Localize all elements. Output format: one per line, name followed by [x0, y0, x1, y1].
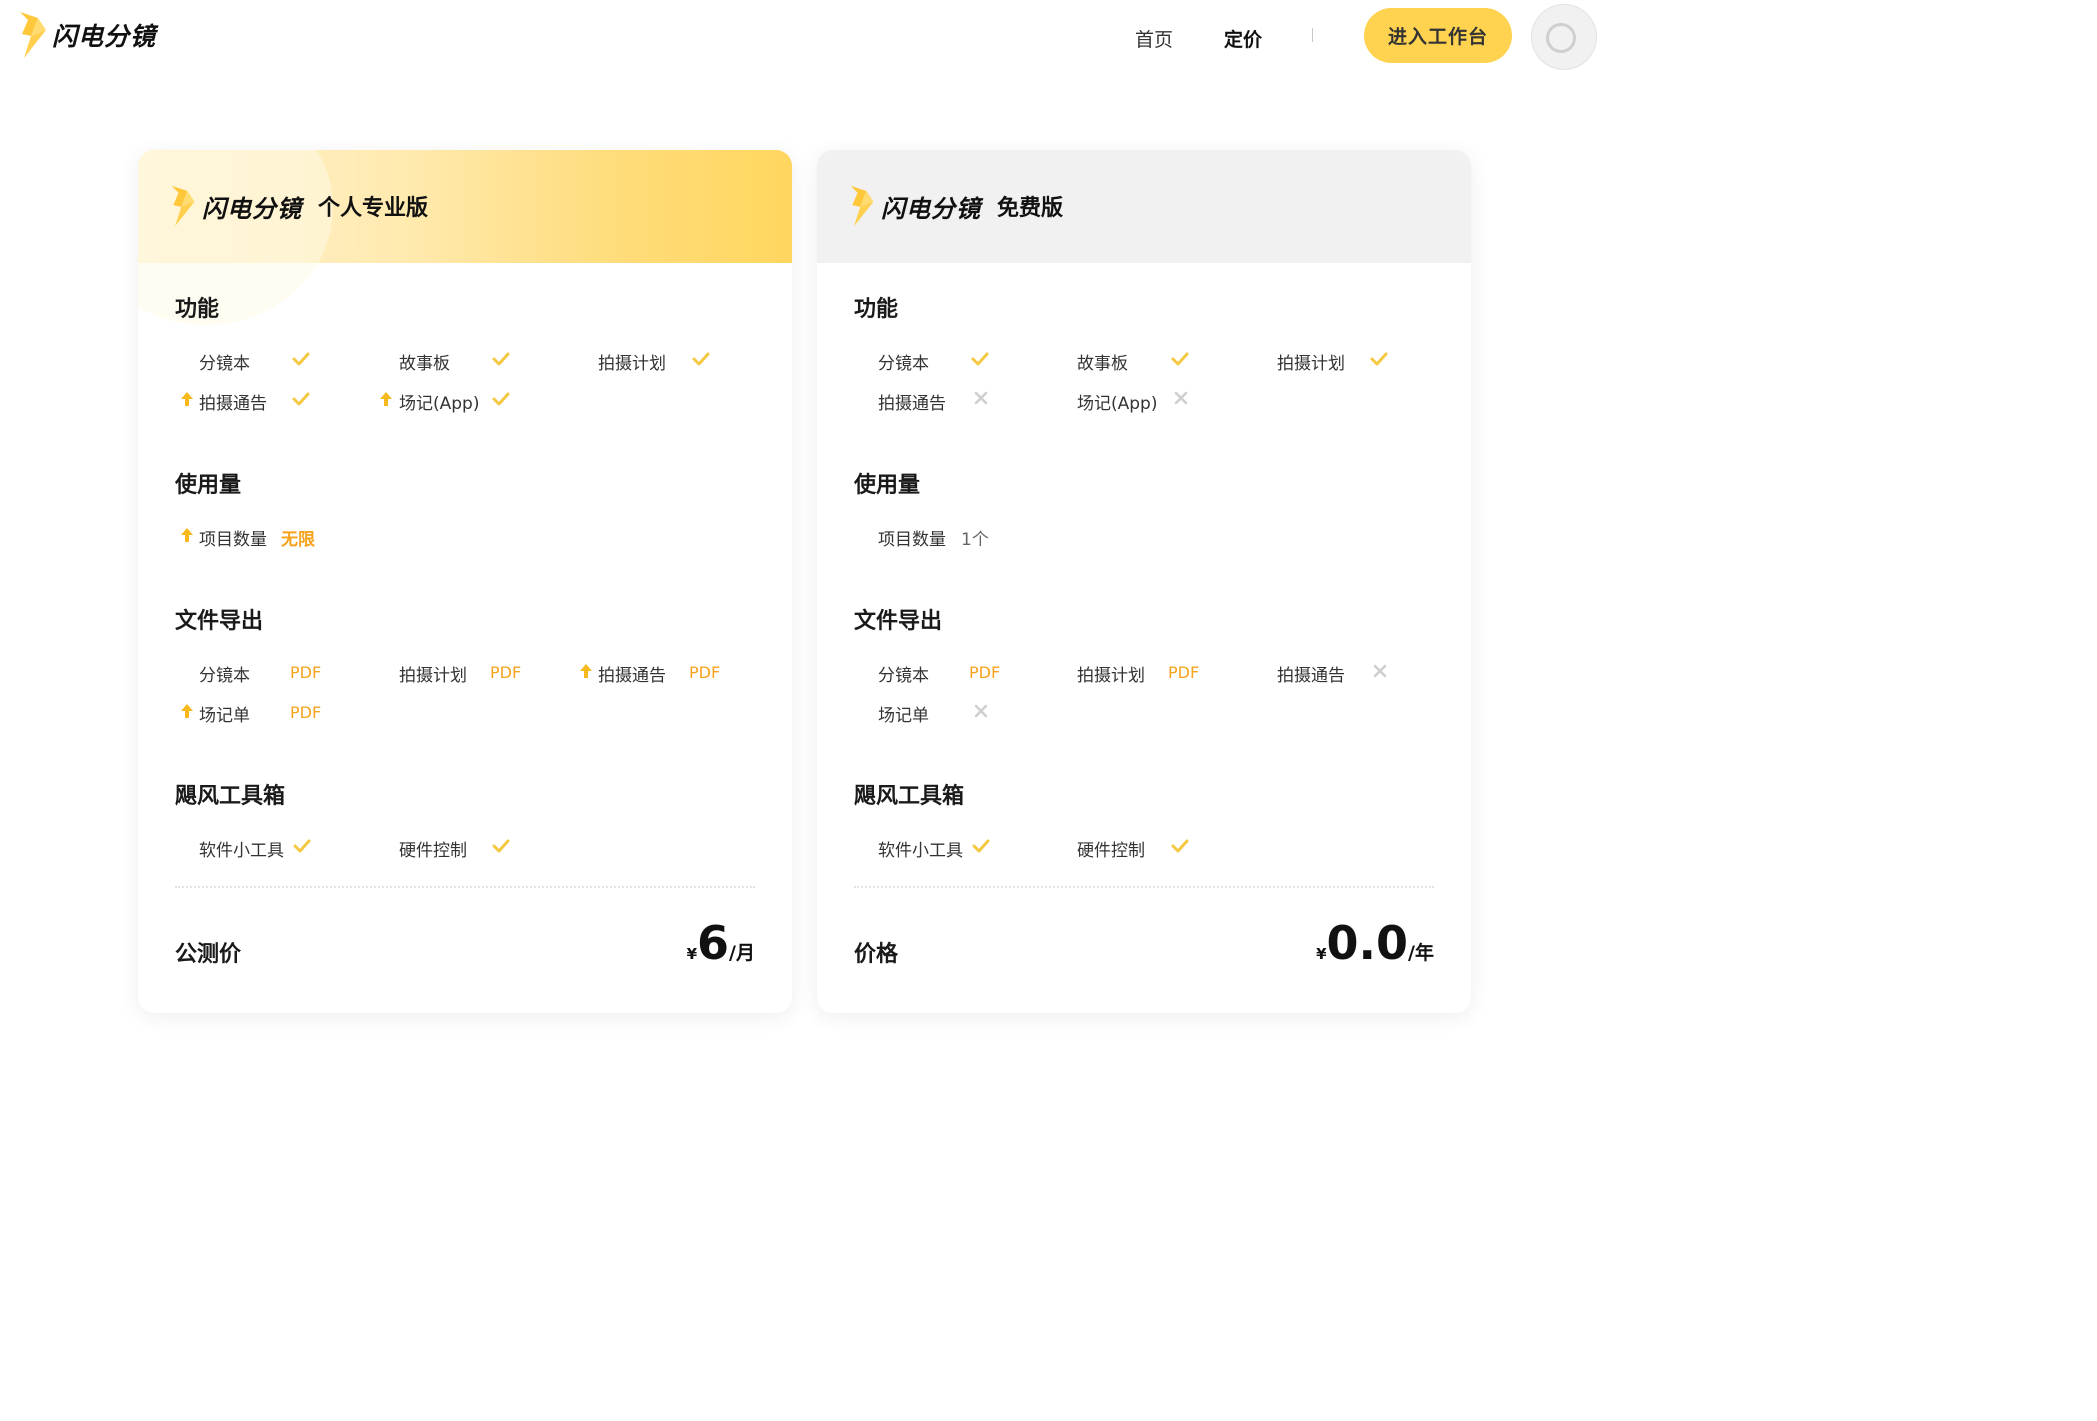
check-icon	[971, 352, 989, 366]
export-format: PDF	[290, 703, 322, 722]
tool-item: 硬件控制	[399, 841, 467, 861]
lightning-logo-icon	[850, 185, 874, 227]
price-unit: /月	[729, 942, 755, 964]
check-icon	[492, 839, 510, 853]
check-icon	[293, 839, 311, 853]
cross-icon	[1373, 664, 1387, 678]
export-item: 场记单	[199, 706, 250, 726]
export-item: 拍摄计划	[399, 666, 467, 686]
export-item: 分镜本	[199, 666, 250, 686]
check-icon	[492, 392, 510, 406]
plan-edition: 免费版	[997, 196, 1064, 221]
plan-card-pro: 闪电分镜 个人专业版 功能 分镜本 故事板 拍摄计划 拍摄通告 场记(App) …	[138, 150, 792, 1013]
divider	[175, 886, 755, 888]
export-format: PDF	[290, 663, 322, 682]
tool-item: 软件小工具	[878, 841, 963, 861]
price: ¥ 0.0 /年	[1316, 920, 1434, 966]
usage-item-value: 1个	[961, 530, 989, 550]
check-icon	[292, 392, 310, 406]
price-label: 公测价	[175, 942, 242, 967]
export-item: 拍摄计划	[1077, 666, 1145, 686]
feature-item: 分镜本	[199, 354, 250, 374]
features-title: 功能	[175, 297, 220, 322]
check-icon	[1171, 352, 1189, 366]
feature-item: 故事板	[399, 354, 450, 374]
upgrade-arrow-icon	[580, 664, 592, 678]
divider	[854, 886, 1434, 888]
export-item: 分镜本	[878, 666, 929, 686]
price-amount: 6	[697, 916, 730, 970]
plan-title: 闪电分镜 个人专业版	[168, 180, 428, 232]
check-icon	[492, 352, 510, 366]
plan-card-free: 闪电分镜 免费版 功能 分镜本 故事板 拍摄计划 拍摄通告 场记(App) 使用…	[817, 150, 1471, 1013]
usage-item-label: 项目数量	[878, 530, 946, 550]
tool-item: 软件小工具	[199, 841, 284, 861]
feature-item: 拍摄通告	[878, 394, 946, 414]
export-format: PDF	[1168, 663, 1200, 682]
usage-item-label: 项目数量	[199, 530, 267, 550]
plan-edition: 个人专业版	[318, 196, 429, 221]
export-format: PDF	[689, 663, 721, 682]
feature-item: 分镜本	[878, 354, 929, 374]
toolbox-title: 飓风工具箱	[854, 784, 965, 809]
upgrade-arrow-icon	[380, 392, 392, 406]
check-icon	[972, 839, 990, 853]
export-title: 文件导出	[175, 609, 264, 634]
price-unit: /年	[1408, 942, 1434, 964]
feature-item: 故事板	[1077, 354, 1128, 374]
avatar[interactable]	[1531, 4, 1597, 70]
feature-item: 拍摄计划	[598, 354, 666, 374]
plan-card-header: 闪电分镜 个人专业版	[138, 150, 792, 325]
plan-brand: 闪电分镜	[202, 194, 302, 223]
usage-title: 使用量	[854, 473, 921, 498]
features-title: 功能	[854, 297, 899, 322]
price-label: 价格	[854, 942, 899, 967]
check-icon	[1370, 352, 1388, 366]
toolbox-title: 飓风工具箱	[175, 784, 286, 809]
plan-card-header: 闪电分镜 免费版	[817, 150, 1471, 263]
check-icon	[1171, 839, 1189, 853]
price-amount: 0.0	[1326, 916, 1409, 970]
feature-item: 场记(App)	[1077, 394, 1158, 414]
plan-title: 闪电分镜 免费版	[847, 180, 1063, 232]
export-format: PDF	[490, 663, 522, 682]
upgrade-arrow-icon	[181, 392, 193, 406]
export-item: 拍摄通告	[598, 666, 666, 686]
lightning-logo-icon	[20, 12, 46, 58]
export-item: 拍摄通告	[1277, 666, 1345, 686]
upgrade-arrow-icon	[181, 704, 193, 718]
nav-home-link[interactable]: 首页	[1135, 25, 1173, 52]
export-item: 场记单	[878, 706, 929, 726]
export-format: PDF	[969, 663, 1001, 682]
price-currency: ¥	[1316, 945, 1327, 963]
export-title: 文件导出	[854, 609, 943, 634]
upgrade-arrow-icon	[181, 528, 193, 542]
feature-item: 拍摄计划	[1277, 354, 1345, 374]
usage-title: 使用量	[175, 473, 242, 498]
usage-item-value: 无限	[281, 530, 315, 550]
plan-brand: 闪电分镜	[881, 194, 981, 223]
feature-item: 场记(App)	[399, 394, 480, 414]
logo-text: 闪电分镜	[52, 22, 157, 51]
nav-pricing-link[interactable]: 定价	[1224, 25, 1262, 52]
enter-workspace-button[interactable]: 进入工作台	[1364, 8, 1512, 63]
check-icon	[292, 352, 310, 366]
lightning-logo-icon	[171, 185, 195, 227]
cross-icon	[974, 704, 988, 718]
check-icon	[692, 352, 710, 366]
avatar-icon	[1546, 23, 1576, 53]
price-currency: ¥	[686, 945, 698, 963]
nav-divider	[1312, 28, 1313, 42]
tool-item: 硬件控制	[1077, 841, 1145, 861]
feature-item: 拍摄通告	[199, 394, 267, 414]
logo[interactable]: 闪电分镜	[16, 10, 156, 60]
price: ¥ 6 /月	[687, 920, 755, 966]
cross-icon	[1174, 391, 1188, 405]
cross-icon	[974, 391, 988, 405]
top-header: 闪电分镜 首页 定价 进入工作台	[0, 0, 1597, 78]
